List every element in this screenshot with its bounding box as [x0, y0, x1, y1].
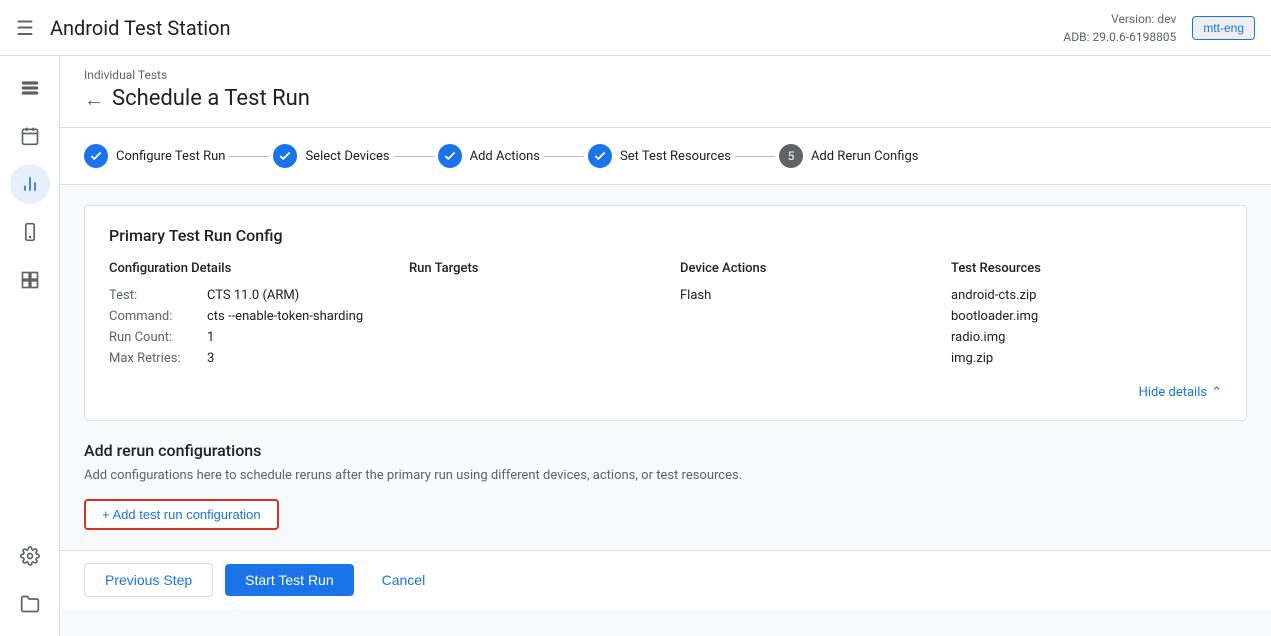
sidebar-item-phone[interactable]	[10, 212, 50, 252]
step-3-circle	[438, 144, 462, 168]
hide-details-link[interactable]: Hide details ⌃	[1139, 385, 1222, 400]
resource-3: img.zip	[951, 351, 1222, 366]
key-command: Command:	[109, 309, 199, 324]
step-select-devices: Select Devices	[273, 144, 389, 168]
step-1-circle	[84, 144, 108, 168]
hide-details-label: Hide details	[1139, 385, 1207, 400]
sidebar-item-layers[interactable]	[10, 260, 50, 300]
connector-2	[394, 156, 434, 157]
page-header: Individual Tests ← Schedule a Test Run	[60, 56, 1271, 128]
detail-max-retries: Max Retries: 3	[109, 351, 409, 366]
col-test-resources: Test Resources android-cts.zip bootloade…	[951, 261, 1222, 372]
col-header-test-resources: Test Resources	[951, 261, 1222, 288]
step-5-circle: 5	[779, 144, 803, 168]
step-1-label: Configure Test Run	[116, 149, 225, 164]
sidebar-item-settings[interactable]	[10, 536, 50, 576]
step-3-label: Add Actions	[470, 149, 540, 164]
config-card: Primary Test Run Config Configuration De…	[84, 205, 1247, 421]
app-title: Android Test Station	[50, 16, 1047, 40]
start-test-run-button[interactable]: Start Test Run	[225, 564, 353, 596]
key-test: Test:	[109, 288, 199, 303]
topbar: ☰ Android Test Station Version: dev ADB:…	[0, 0, 1271, 56]
key-max-retries: Max Retries:	[109, 351, 199, 366]
page-title-row: ← Schedule a Test Run	[84, 86, 1247, 111]
step-add-rerun: 5 Add Rerun Configs	[779, 144, 919, 168]
step-4-label: Set Test Resources	[620, 149, 731, 164]
step-2-circle	[273, 144, 297, 168]
val-test: CTS 11.0 (ARM)	[207, 288, 299, 303]
chevron-up-icon: ⌃	[1211, 385, 1222, 400]
version-info: Version: dev ADB: 29.0.6-6198805	[1063, 10, 1176, 46]
val-max-retries: 3	[207, 351, 214, 366]
config-card-title: Primary Test Run Config	[109, 226, 1222, 245]
config-grid: Configuration Details Test: CTS 11.0 (AR…	[109, 261, 1222, 372]
test-resources-list: android-cts.zip bootloader.img radio.img…	[951, 288, 1222, 366]
sidebar	[0, 56, 60, 636]
resource-2: radio.img	[951, 330, 1222, 345]
step-add-actions: Add Actions	[438, 144, 540, 168]
rerun-description: Add configurations here to schedule reru…	[84, 468, 1247, 483]
col-config-details: Configuration Details Test: CTS 11.0 (AR…	[109, 261, 409, 372]
main-content: Individual Tests ← Schedule a Test Run C…	[60, 56, 1271, 636]
col-run-targets: Run Targets	[409, 261, 680, 372]
col-header-run-targets: Run Targets	[409, 261, 680, 288]
val-command: cts --enable-token-sharding	[207, 309, 363, 324]
step-configure: Configure Test Run	[84, 144, 225, 168]
connector-4	[735, 156, 775, 157]
stepper: Configure Test Run Select Devices Add Ac…	[60, 128, 1271, 185]
content-area: Primary Test Run Config Configuration De…	[60, 185, 1271, 550]
detail-run-count: Run Count: 1	[109, 330, 409, 345]
resource-1: bootloader.img	[951, 309, 1222, 324]
hide-details-row: Hide details ⌃	[109, 384, 1222, 400]
layout: Individual Tests ← Schedule a Test Run C…	[0, 56, 1271, 636]
resource-0: android-cts.zip	[951, 288, 1222, 303]
back-button[interactable]: ←	[84, 89, 104, 109]
page-title: Schedule a Test Run	[112, 86, 310, 111]
sidebar-item-folder[interactable]	[10, 584, 50, 624]
env-badge[interactable]: mtt-eng	[1192, 16, 1255, 40]
previous-step-button[interactable]: Previous Step	[84, 563, 213, 597]
col-device-actions: Device Actions Flash	[680, 261, 951, 372]
detail-command: Command: cts --enable-token-sharding	[109, 309, 409, 324]
menu-icon[interactable]: ☰	[16, 16, 34, 40]
device-action-flash: Flash	[680, 288, 951, 303]
config-details-list: Test: CTS 11.0 (ARM) Command: cts --enab…	[109, 288, 409, 366]
sidebar-item-chart[interactable]	[10, 164, 50, 204]
step-set-resources: Set Test Resources	[588, 144, 731, 168]
rerun-title: Add rerun configurations	[84, 441, 1247, 460]
sidebar-item-tasks[interactable]	[10, 68, 50, 108]
connector-1	[229, 156, 269, 157]
col-header-details: Configuration Details	[109, 261, 409, 288]
breadcrumb: Individual Tests	[84, 68, 1247, 82]
detail-test: Test: CTS 11.0 (ARM)	[109, 288, 409, 303]
step-5-label: Add Rerun Configs	[811, 149, 919, 164]
sidebar-item-calendar[interactable]	[10, 116, 50, 156]
cancel-button[interactable]: Cancel	[366, 564, 442, 596]
step-4-circle	[588, 144, 612, 168]
add-config-button[interactable]: + Add test run configuration	[84, 499, 279, 530]
step-2-label: Select Devices	[305, 149, 389, 164]
bottom-bar: Previous Step Start Test Run Cancel	[60, 550, 1271, 609]
col-header-device-actions: Device Actions	[680, 261, 951, 288]
connector-3	[544, 156, 584, 157]
val-run-count: 1	[207, 330, 214, 345]
key-run-count: Run Count:	[109, 330, 199, 345]
rerun-section: Add rerun configurations Add configurati…	[84, 441, 1247, 530]
device-actions-list: Flash	[680, 288, 951, 303]
